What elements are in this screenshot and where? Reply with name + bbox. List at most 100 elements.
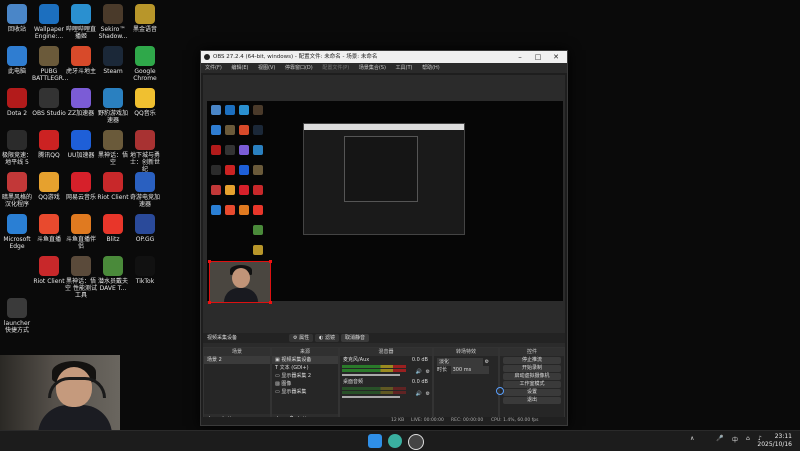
preview-desktop-icon (253, 145, 263, 155)
microphone-icon[interactable]: 🎤 (716, 435, 723, 442)
source-item[interactable]: ▭ 显示器采集 2 (272, 372, 338, 380)
desktop-icon[interactable]: 回收站 (0, 4, 34, 33)
speaker-icon[interactable]: 🔊 (416, 390, 422, 398)
gear-icon[interactable]: ⚙ (426, 390, 430, 398)
obs-taskbar-icon[interactable] (408, 434, 424, 450)
preview-area[interactable] (203, 75, 565, 355)
desktop-icon[interactable]: 斗鱼直播 (32, 214, 66, 243)
maximize-icon[interactable]: □ (529, 51, 547, 63)
stop-streaming-button[interactable]: 停止推流 (503, 357, 561, 364)
desktop-icon[interactable]: 哔哩哔哩直播姬 (64, 4, 98, 40)
desktop-icon[interactable]: 地下城与勇士：创新世纪 (128, 130, 162, 173)
desktop-icon[interactable]: Dota 2 (0, 88, 34, 117)
edge-icon[interactable] (388, 434, 402, 448)
desktop-icon[interactable]: 腾讯QQ (32, 130, 66, 159)
obs-title: OBS 27.2.4 (64-bit, windows) - 配置文件: 未命名… (213, 54, 378, 60)
desktop-icon[interactable]: PUBG BATTLEGR... (32, 46, 68, 82)
volume-slider[interactable] (342, 374, 400, 376)
desktop-icon[interactable]: launcher 快捷方式 (0, 298, 34, 334)
desktop-icon[interactable]: Riot Client (96, 172, 130, 201)
minimize-icon[interactable]: – (511, 51, 529, 63)
desktop-icon[interactable]: OP.GG (128, 214, 162, 243)
desktop-icon[interactable]: Blitz (96, 214, 130, 243)
desktop-icon[interactable]: 暗黑风格的汉化程序 (0, 172, 34, 208)
volume-meter (342, 365, 406, 368)
transition-select[interactable]: 淡化 ⚙ (434, 358, 498, 366)
source-item[interactable]: T 文本 (GDI+) (272, 364, 338, 372)
desktop-icon[interactable]: 极限竞速：地平线 5 (0, 130, 34, 166)
clock[interactable]: 23:11 2025/10/16 (757, 433, 792, 449)
desktop-icon[interactable]: 黑神话：悟空 (96, 130, 130, 166)
duration-input[interactable]: 300 ms (450, 366, 489, 374)
desktop-icon-label: 黑金语音 (132, 26, 157, 33)
start-icon[interactable] (368, 434, 382, 448)
desktop-icon[interactable]: QQ游戏 (32, 172, 66, 201)
speaker-icon[interactable]: 🔊 (416, 368, 422, 376)
desktop-icon[interactable]: TikTok (128, 256, 162, 285)
ime-indicator[interactable]: 中 (732, 435, 738, 444)
scene-item[interactable]: 场景 2 (204, 356, 270, 364)
chevron-up-icon[interactable]: ∧ (690, 435, 694, 442)
desktop-icon[interactable]: Riot Client (32, 256, 66, 285)
desktop-icon[interactable]: QQ音乐 (128, 88, 162, 117)
app-icon (135, 172, 155, 192)
properties-button[interactable]: ⚙ 属性 (289, 334, 314, 342)
volume-slider[interactable] (342, 396, 400, 398)
obs-titlebar[interactable]: OBS 27.2.4 (64-bit, windows) - 配置文件: 未命名… (201, 51, 567, 63)
desktop-icon[interactable]: 黑神话：悟空 性能测试工具 (64, 256, 98, 299)
desktop-icon[interactable]: 此电脑 (0, 46, 34, 75)
exit-button[interactable]: 退出 (503, 397, 561, 404)
desktop-icon-label: OBS Studio (32, 110, 66, 117)
filters-button[interactable]: ◐ 滤镜 (315, 334, 339, 342)
desktop-icon[interactable]: 斗鱼直播伴侣 (64, 214, 98, 250)
desktop-icon[interactable]: 黑金语音 (128, 4, 162, 33)
desktop-icon-label: Wallpaper Engine:... (33, 26, 64, 40)
start-recording-button[interactable]: 开始录制 (503, 365, 561, 372)
menu-tools[interactable]: 工具(T) (396, 65, 413, 71)
desktop-icon-label: 奇游电竞加速器 (129, 194, 160, 208)
menu-scene-collection[interactable]: 场景集合(S) (359, 65, 386, 71)
virtual-camera-button[interactable]: 启动虚拟摄像机 (503, 373, 561, 380)
menu-help[interactable]: 帮助(H) (422, 65, 440, 71)
source-item[interactable]: ▨ 图像 (272, 380, 338, 388)
source-item[interactable]: ▣ 视频采集设备 (272, 356, 338, 364)
preview-canvas[interactable] (207, 101, 563, 304)
desktop-icon[interactable]: OBS Studio (32, 88, 66, 117)
desktop-icon[interactable]: Sekiro™ Shadow... (96, 4, 130, 40)
obs-window[interactable]: OBS 27.2.4 (64-bit, windows) - 配置文件: 未命名… (200, 50, 568, 426)
desktop-icon[interactable]: Microsoft Edge (0, 214, 34, 250)
desktop-icon[interactable]: Google Chrome (128, 46, 162, 82)
studio-mode-button[interactable]: 工作室模式 (503, 381, 561, 388)
app-icon (7, 46, 27, 66)
preview-webcam-source[interactable] (208, 260, 272, 304)
desktop-icon[interactable]: 潜水员戴夫 DAVE T... (96, 256, 130, 292)
menu-docks[interactable]: 停靠窗口(D) (285, 65, 313, 71)
menu-edit[interactable]: 编辑(E) (231, 65, 248, 71)
close-icon[interactable]: ✕ (547, 51, 565, 63)
desktop-icon-label: Google Chrome (133, 68, 157, 82)
nested-obs-window-inner (344, 136, 418, 202)
desktop-icon[interactable]: 虎牙斗地主 (64, 46, 98, 75)
desktop-icon[interactable]: ZZ加速器 (64, 88, 98, 117)
gear-icon[interactable]: ⚙ (426, 368, 430, 376)
menu-view[interactable]: 视图(V) (258, 65, 275, 71)
selected-source-name: 视频采集设备 (207, 335, 238, 341)
menu-profile[interactable]: 配置文件(P) (322, 65, 349, 71)
source-item[interactable]: ▭ 显示器采集 (272, 388, 338, 396)
desktop-icon[interactable]: 网易云音乐 (64, 172, 98, 201)
settings-button[interactable]: 设置 (503, 389, 561, 396)
desktop-icon[interactable]: 奇游电竞加速器 (128, 172, 162, 208)
menu-file[interactable]: 文件(F) (205, 65, 222, 71)
desktop-icon[interactable]: 野豹游戏加速器 (96, 88, 130, 124)
cancel-button[interactable]: 取消静音 (341, 334, 370, 342)
controls-title: 控件 (500, 348, 564, 356)
webcam-overlay (0, 355, 120, 430)
volume-meter (342, 391, 406, 394)
desktop: 回收站此电脑 Dota 2 极限竞速：地平线 5 暗黑风格的汉化程序 Microsoft… (0, 0, 800, 430)
desktop-icon[interactable]: UU加速器 (64, 130, 98, 159)
desktop-icon[interactable]: Steam (96, 46, 130, 75)
volume-meter (342, 387, 406, 390)
network-icon[interactable]: ⌂ (746, 435, 750, 442)
desktop-icon[interactable]: Wallpaper Engine:... (32, 4, 66, 40)
preview-desktop-icon (211, 205, 221, 215)
